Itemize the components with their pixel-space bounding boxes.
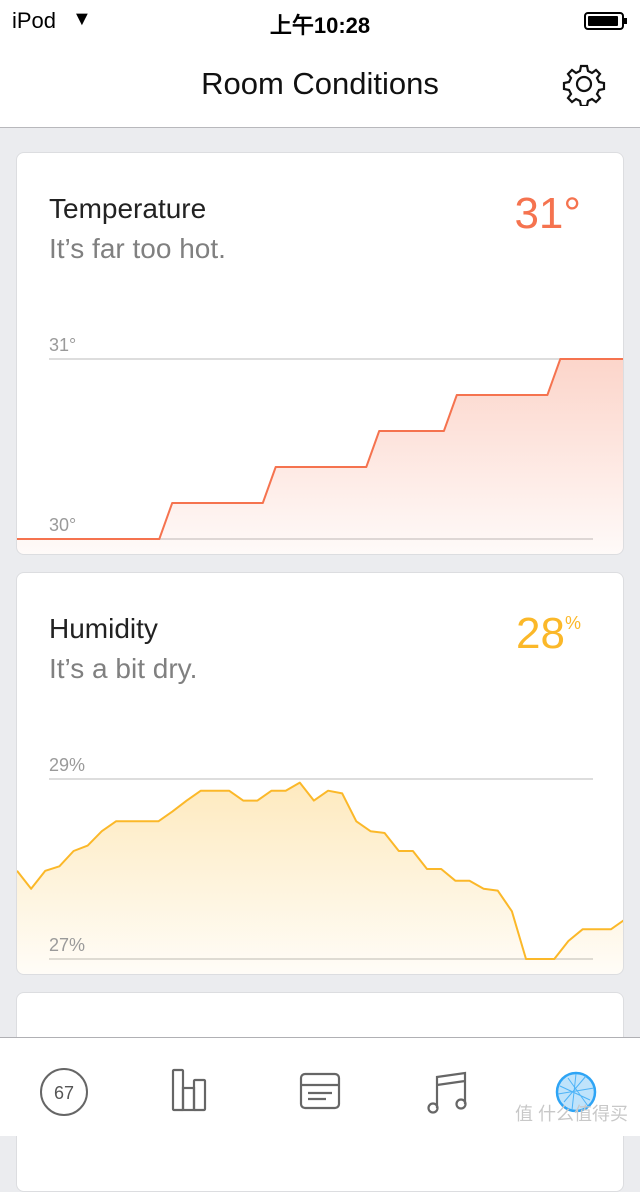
- gear-icon[interactable]: [562, 62, 606, 106]
- tick-label-bottom: 30°: [49, 515, 77, 535]
- humidity-chart: [17, 778, 623, 974]
- battery-icon: [584, 12, 627, 30]
- chart-area-fill: [17, 782, 623, 974]
- score-label: 67: [54, 1083, 74, 1103]
- tab-stats[interactable]: [166, 1066, 218, 1118]
- tab-bar: 67 值 什么值得买: [0, 1037, 640, 1136]
- humidity-card[interactable]: Humidity It’s a bit dry. 28% 29% 27%: [16, 572, 624, 975]
- card-icon: [299, 1072, 341, 1110]
- navigation-bar: Room Conditions: [0, 40, 640, 128]
- tick-label-top: 29%: [49, 755, 86, 775]
- temperature-chart: [17, 358, 623, 554]
- tab-music[interactable]: [422, 1066, 474, 1118]
- tab-score[interactable]: 67: [38, 1066, 90, 1118]
- score-circle-icon: 67: [40, 1068, 88, 1116]
- watermark: 值 什么值得买: [514, 1104, 628, 1124]
- page-title: Room Conditions: [201, 66, 439, 101]
- status-bar: iPod ▼ 上午10:28: [0, 0, 640, 40]
- music-note-icon: [427, 1071, 467, 1114]
- bar-chart-icon: [171, 1068, 207, 1112]
- chart-area-fill: [17, 359, 623, 554]
- temperature-card[interactable]: Temperature It’s far too hot. 31° 31° 30…: [16, 152, 624, 555]
- tab-card[interactable]: [294, 1066, 346, 1118]
- tick-label-bottom: 27%: [49, 935, 86, 955]
- clock: 上午10:28: [269, 13, 371, 38]
- tick-label-top: 31°: [49, 335, 77, 355]
